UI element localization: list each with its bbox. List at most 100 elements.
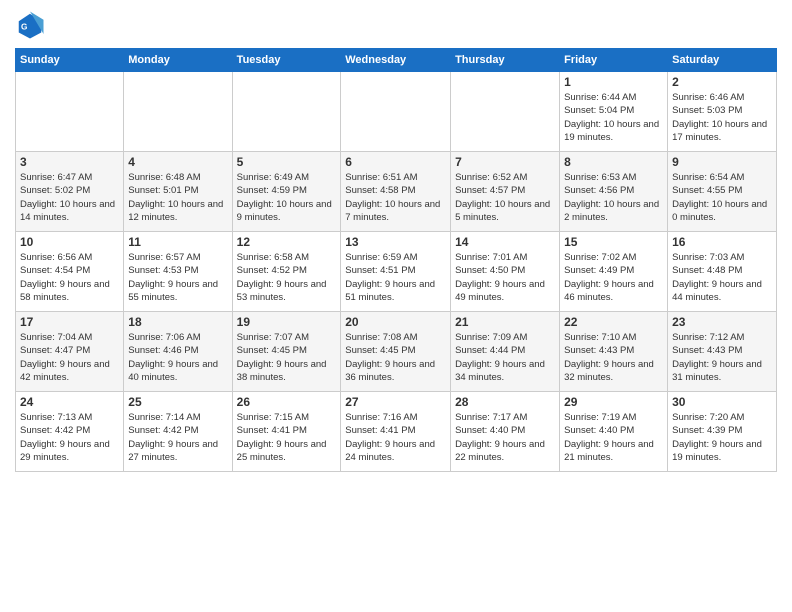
day-number: 10 xyxy=(20,235,119,249)
day-number: 29 xyxy=(564,395,663,409)
calendar-table: SundayMondayTuesdayWednesdayThursdayFrid… xyxy=(15,48,777,472)
calendar-cell: 30 Sunrise: 7:20 AM Sunset: 4:39 PM Dayli… xyxy=(668,392,777,472)
calendar-cell: 11Sunrise: 6:57 AM Sunset: 4:53 PM Dayli… xyxy=(124,232,232,312)
day-info: Sunrise: 7:17 AM Sunset: 4:40 PM Dayligh… xyxy=(455,411,555,464)
day-info: Sunrise: 6:47 AM Sunset: 5:02 PM Dayligh… xyxy=(20,171,119,224)
calendar-cell: 17 Sunrise: 7:04 AM Sunset: 4:47 PM Dayli… xyxy=(16,312,124,392)
day-info: Sunrise: 6:54 AM Sunset: 4:55 PM Dayligh… xyxy=(672,171,772,224)
day-number: 17 xyxy=(20,315,119,329)
day-info: Sunrise: 7:03 AM Sunset: 4:48 PM Dayligh… xyxy=(672,251,772,304)
calendar-cell: 16 Sunrise: 7:03 AM Sunset: 4:48 PM Dayli… xyxy=(668,232,777,312)
day-info: Sunrise: 7:19 AM Sunset: 4:40 PM Dayligh… xyxy=(564,411,663,464)
day-info: Sunrise: 7:15 AM Sunset: 4:41 PM Dayligh… xyxy=(237,411,337,464)
calendar-cell: 25Sunrise: 7:14 AM Sunset: 4:42 PM Dayli… xyxy=(124,392,232,472)
day-info: Sunrise: 7:06 AM Sunset: 4:46 PM Dayligh… xyxy=(128,331,227,384)
calendar-cell: 12 Sunrise: 6:58 AM Sunset: 4:52 PM Dayli… xyxy=(232,232,341,312)
day-number: 25 xyxy=(128,395,227,409)
logo-icon: G xyxy=(15,10,45,40)
day-number: 14 xyxy=(455,235,555,249)
day-info: Sunrise: 6:49 AM Sunset: 4:59 PM Dayligh… xyxy=(237,171,337,224)
day-number: 24 xyxy=(20,395,119,409)
day-number: 1 xyxy=(564,75,663,89)
day-number: 16 xyxy=(672,235,772,249)
day-info: Sunrise: 7:10 AM Sunset: 4:43 PM Dayligh… xyxy=(564,331,663,384)
day-info: Sunrise: 6:51 AM Sunset: 4:58 PM Dayligh… xyxy=(345,171,446,224)
day-info: Sunrise: 7:02 AM Sunset: 4:49 PM Dayligh… xyxy=(564,251,663,304)
day-number: 7 xyxy=(455,155,555,169)
day-number: 12 xyxy=(237,235,337,249)
calendar-header-tuesday: Tuesday xyxy=(232,49,341,72)
calendar-header-wednesday: Wednesday xyxy=(341,49,451,72)
page-header: G xyxy=(15,10,777,40)
calendar-week-3: 17 Sunrise: 7:04 AM Sunset: 4:47 PM Dayli… xyxy=(16,312,777,392)
day-number: 11 xyxy=(128,235,227,249)
calendar-cell xyxy=(451,72,560,152)
calendar-cell: 15 Sunrise: 7:02 AM Sunset: 4:49 PM Dayli… xyxy=(560,232,668,312)
calendar-header-friday: Friday xyxy=(560,49,668,72)
day-number: 5 xyxy=(237,155,337,169)
day-number: 30 xyxy=(672,395,772,409)
day-info: Sunrise: 6:52 AM Sunset: 4:57 PM Dayligh… xyxy=(455,171,555,224)
day-info: Sunrise: 6:46 AM Sunset: 5:03 PM Dayligh… xyxy=(672,91,772,144)
calendar-cell: 8Sunrise: 6:53 AM Sunset: 4:56 PM Daylig… xyxy=(560,152,668,232)
calendar-cell xyxy=(16,72,124,152)
calendar-cell: 1Sunrise: 6:44 AM Sunset: 5:04 PM Daylig… xyxy=(560,72,668,152)
day-info: Sunrise: 7:08 AM Sunset: 4:45 PM Dayligh… xyxy=(345,331,446,384)
day-number: 26 xyxy=(237,395,337,409)
logo: G xyxy=(15,10,49,40)
day-number: 15 xyxy=(564,235,663,249)
day-number: 22 xyxy=(564,315,663,329)
calendar-cell xyxy=(124,72,232,152)
calendar-cell: 24 Sunrise: 7:13 AM Sunset: 4:42 PM Dayli… xyxy=(16,392,124,472)
calendar-cell: 7 Sunrise: 6:52 AM Sunset: 4:57 PM Daylig… xyxy=(451,152,560,232)
day-number: 27 xyxy=(345,395,446,409)
day-number: 9 xyxy=(672,155,772,169)
calendar-cell: 28 Sunrise: 7:17 AM Sunset: 4:40 PM Dayli… xyxy=(451,392,560,472)
day-number: 20 xyxy=(345,315,446,329)
calendar-cell: 9 Sunrise: 6:54 AM Sunset: 4:55 PM Daylig… xyxy=(668,152,777,232)
day-info: Sunrise: 7:20 AM Sunset: 4:39 PM Dayligh… xyxy=(672,411,772,464)
calendar-week-0: 1Sunrise: 6:44 AM Sunset: 5:04 PM Daylig… xyxy=(16,72,777,152)
day-number: 21 xyxy=(455,315,555,329)
day-number: 2 xyxy=(672,75,772,89)
day-info: Sunrise: 7:07 AM Sunset: 4:45 PM Dayligh… xyxy=(237,331,337,384)
calendar-cell xyxy=(341,72,451,152)
calendar-cell: 22 Sunrise: 7:10 AM Sunset: 4:43 PM Dayli… xyxy=(560,312,668,392)
calendar-cell: 23Sunrise: 7:12 AM Sunset: 4:43 PM Dayli… xyxy=(668,312,777,392)
day-number: 19 xyxy=(237,315,337,329)
svg-text:G: G xyxy=(21,23,27,32)
day-number: 3 xyxy=(20,155,119,169)
calendar-cell: 2 Sunrise: 6:46 AM Sunset: 5:03 PM Daylig… xyxy=(668,72,777,152)
day-info: Sunrise: 7:01 AM Sunset: 4:50 PM Dayligh… xyxy=(455,251,555,304)
calendar-cell: 20 Sunrise: 7:08 AM Sunset: 4:45 PM Dayli… xyxy=(341,312,451,392)
day-info: Sunrise: 7:04 AM Sunset: 4:47 PM Dayligh… xyxy=(20,331,119,384)
day-info: Sunrise: 6:58 AM Sunset: 4:52 PM Dayligh… xyxy=(237,251,337,304)
calendar-cell: 19 Sunrise: 7:07 AM Sunset: 4:45 PM Dayli… xyxy=(232,312,341,392)
day-info: Sunrise: 7:12 AM Sunset: 4:43 PM Dayligh… xyxy=(672,331,772,384)
calendar-cell: 13 Sunrise: 6:59 AM Sunset: 4:51 PM Dayli… xyxy=(341,232,451,312)
day-number: 13 xyxy=(345,235,446,249)
calendar-cell: 21 Sunrise: 7:09 AM Sunset: 4:44 PM Dayli… xyxy=(451,312,560,392)
calendar-cell: 6 Sunrise: 6:51 AM Sunset: 4:58 PM Daylig… xyxy=(341,152,451,232)
day-info: Sunrise: 7:13 AM Sunset: 4:42 PM Dayligh… xyxy=(20,411,119,464)
calendar-cell: 5 Sunrise: 6:49 AM Sunset: 4:59 PM Daylig… xyxy=(232,152,341,232)
calendar-cell xyxy=(232,72,341,152)
page-container: G SundayMondayTuesdayWednesdayThursdayFr… xyxy=(0,0,792,482)
calendar-header-saturday: Saturday xyxy=(668,49,777,72)
day-number: 18 xyxy=(128,315,227,329)
calendar-cell: 27 Sunrise: 7:16 AM Sunset: 4:41 PM Dayli… xyxy=(341,392,451,472)
day-info: Sunrise: 6:56 AM Sunset: 4:54 PM Dayligh… xyxy=(20,251,119,304)
calendar-week-1: 3 Sunrise: 6:47 AM Sunset: 5:02 PM Daylig… xyxy=(16,152,777,232)
day-info: Sunrise: 6:59 AM Sunset: 4:51 PM Dayligh… xyxy=(345,251,446,304)
calendar-cell: 10 Sunrise: 6:56 AM Sunset: 4:54 PM Dayli… xyxy=(16,232,124,312)
calendar-week-2: 10 Sunrise: 6:56 AM Sunset: 4:54 PM Dayli… xyxy=(16,232,777,312)
day-number: 28 xyxy=(455,395,555,409)
day-info: Sunrise: 7:09 AM Sunset: 4:44 PM Dayligh… xyxy=(455,331,555,384)
day-info: Sunrise: 6:48 AM Sunset: 5:01 PM Dayligh… xyxy=(128,171,227,224)
day-info: Sunrise: 7:16 AM Sunset: 4:41 PM Dayligh… xyxy=(345,411,446,464)
calendar-header-sunday: Sunday xyxy=(16,49,124,72)
calendar-week-4: 24 Sunrise: 7:13 AM Sunset: 4:42 PM Dayli… xyxy=(16,392,777,472)
day-number: 6 xyxy=(345,155,446,169)
calendar-cell: 26 Sunrise: 7:15 AM Sunset: 4:41 PM Dayli… xyxy=(232,392,341,472)
calendar-cell: 3 Sunrise: 6:47 AM Sunset: 5:02 PM Daylig… xyxy=(16,152,124,232)
